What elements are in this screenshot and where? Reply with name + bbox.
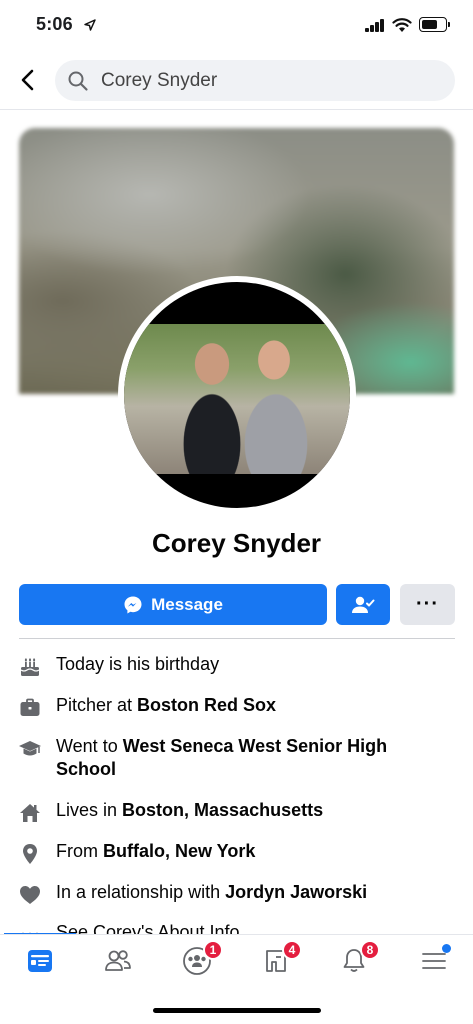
friends-icon (105, 950, 131, 971)
bottom-tab-bar: 1 4 8 (0, 934, 473, 986)
location-pin-icon (23, 844, 37, 864)
wifi-icon (392, 18, 412, 32)
education-text: Went to West Seneca West Senior High Sch… (56, 736, 388, 779)
profile-picture[interactable] (118, 276, 356, 514)
messenger-icon (124, 596, 142, 613)
battery-icon (419, 17, 450, 32)
tab-notifications[interactable]: 8 (334, 940, 380, 981)
see-about-info-link[interactable]: See Corey's About Info (56, 921, 436, 934)
search-input[interactable] (101, 60, 441, 101)
heart-icon (20, 886, 40, 904)
home-icon (20, 804, 40, 822)
friend-check-icon (352, 596, 375, 613)
menu-notification-dot (442, 944, 451, 953)
profile-name: Corey Snyder (151, 528, 322, 558)
lives-text: Lives in Boston, Massachusetts (56, 800, 324, 820)
graduation-cap-icon (19, 741, 41, 756)
message-button-label: Message (151, 594, 223, 614)
from-location[interactable]: Buffalo, New York (103, 841, 255, 861)
work-text: Pitcher at Boston Red Sox (56, 695, 277, 715)
groups-badge: 1 (203, 940, 223, 960)
more-options-button[interactable]: ··· (400, 584, 455, 625)
lives-location[interactable]: Boston, Massachusetts (122, 800, 323, 820)
tab-news-feed[interactable] (20, 941, 60, 981)
tab-menu[interactable] (414, 941, 454, 981)
birthday-cake-icon (20, 658, 40, 676)
work-employer[interactable]: Boston Red Sox (137, 695, 276, 715)
relationship-partner[interactable]: Jordyn Jaworski (225, 882, 367, 902)
back-arrow-icon[interactable] (16, 66, 40, 94)
tab-friends[interactable] (98, 941, 138, 981)
profile-photo-image (124, 324, 350, 474)
briefcase-icon (20, 698, 40, 716)
search-icon (68, 71, 88, 91)
search-bar[interactable] (55, 60, 455, 101)
divider (19, 638, 455, 639)
status-time: 5:06 (36, 14, 73, 34)
message-button[interactable]: Message (19, 584, 327, 625)
tab-marketplace[interactable]: 4 (256, 940, 302, 981)
home-indicator (153, 1008, 321, 1013)
cellular-signal-icon (365, 19, 385, 32)
marketplace-badge: 4 (282, 940, 302, 960)
from-text: From Buffalo, New York (56, 841, 256, 861)
news-feed-icon (28, 950, 52, 972)
location-arrow-icon (84, 19, 96, 31)
search-header (0, 52, 473, 110)
tab-groups[interactable]: 1 (177, 940, 223, 981)
birthday-text: Today is his birthday (56, 654, 220, 674)
relationship-text: In a relationship with Jordyn Jaworski (56, 882, 368, 902)
friends-button[interactable] (336, 584, 390, 625)
status-bar: 5:06 (0, 0, 473, 50)
notifications-badge: 8 (360, 940, 380, 960)
